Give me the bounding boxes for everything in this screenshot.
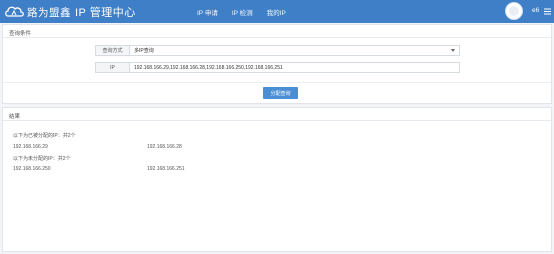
nav-ip-apply[interactable]: IP 申请 [197, 7, 218, 17]
unassigned-ip: 192.168.166.251 [147, 166, 185, 172]
ip-label: IP [96, 63, 130, 72]
avatar[interactable] [505, 2, 523, 20]
query-submit-button[interactable]: 分配查询 [263, 87, 298, 99]
query-method-value[interactable]: 多IP查询 [130, 46, 459, 55]
app-title: IP 管理中心 [75, 7, 136, 19]
result-panel-title: 结果 [3, 108, 551, 121]
divider [3, 82, 551, 83]
assigned-ip: 192.168.166.28 [147, 144, 182, 150]
main-nav: IP 申请 IP 检测 我的IP [197, 7, 286, 17]
cloud-logo-icon [5, 6, 24, 17]
query-method-select[interactable]: 查询方式 多IP查询 [95, 45, 460, 56]
assigned-ip: 192.168.166.29 [13, 144, 48, 150]
username[interactable]: e6 [532, 7, 539, 14]
nav-my-ip[interactable]: 我的IP [267, 7, 286, 17]
query-method-text: 多IP查询 [134, 48, 154, 54]
menu-icon[interactable] [544, 8, 551, 15]
query-panel-title: 查询条件 [3, 25, 551, 38]
assigned-title: 以下为已被分配的IP：共2个 [13, 133, 76, 139]
ip-input[interactable]: 192.168.166.29,192.168.166.28,192.168.16… [130, 63, 459, 72]
query-panel: 查询条件 查询方式 多IP查询 IP 192.168.166.29,192.16… [2, 24, 552, 104]
query-method-label: 查询方式 [96, 46, 130, 55]
chevron-down-icon [451, 49, 455, 52]
nav-ip-check[interactable]: IP 检测 [232, 7, 253, 17]
brand-name: 路为盟鑫 [27, 7, 71, 19]
ip-input-row: IP 192.168.166.29,192.168.166.28,192.168… [95, 62, 460, 73]
result-panel: 结果 以下为已被分配的IP：共2个 192.168.166.29 192.168… [2, 107, 552, 252]
unassigned-title: 以下为未分配的IP：共2个 [13, 156, 71, 162]
unassigned-ip: 192.168.166.250 [13, 166, 51, 172]
top-bar: 路为盟鑫 IP 管理中心 IP 申请 IP 检测 我的IP e6 [0, 0, 554, 23]
